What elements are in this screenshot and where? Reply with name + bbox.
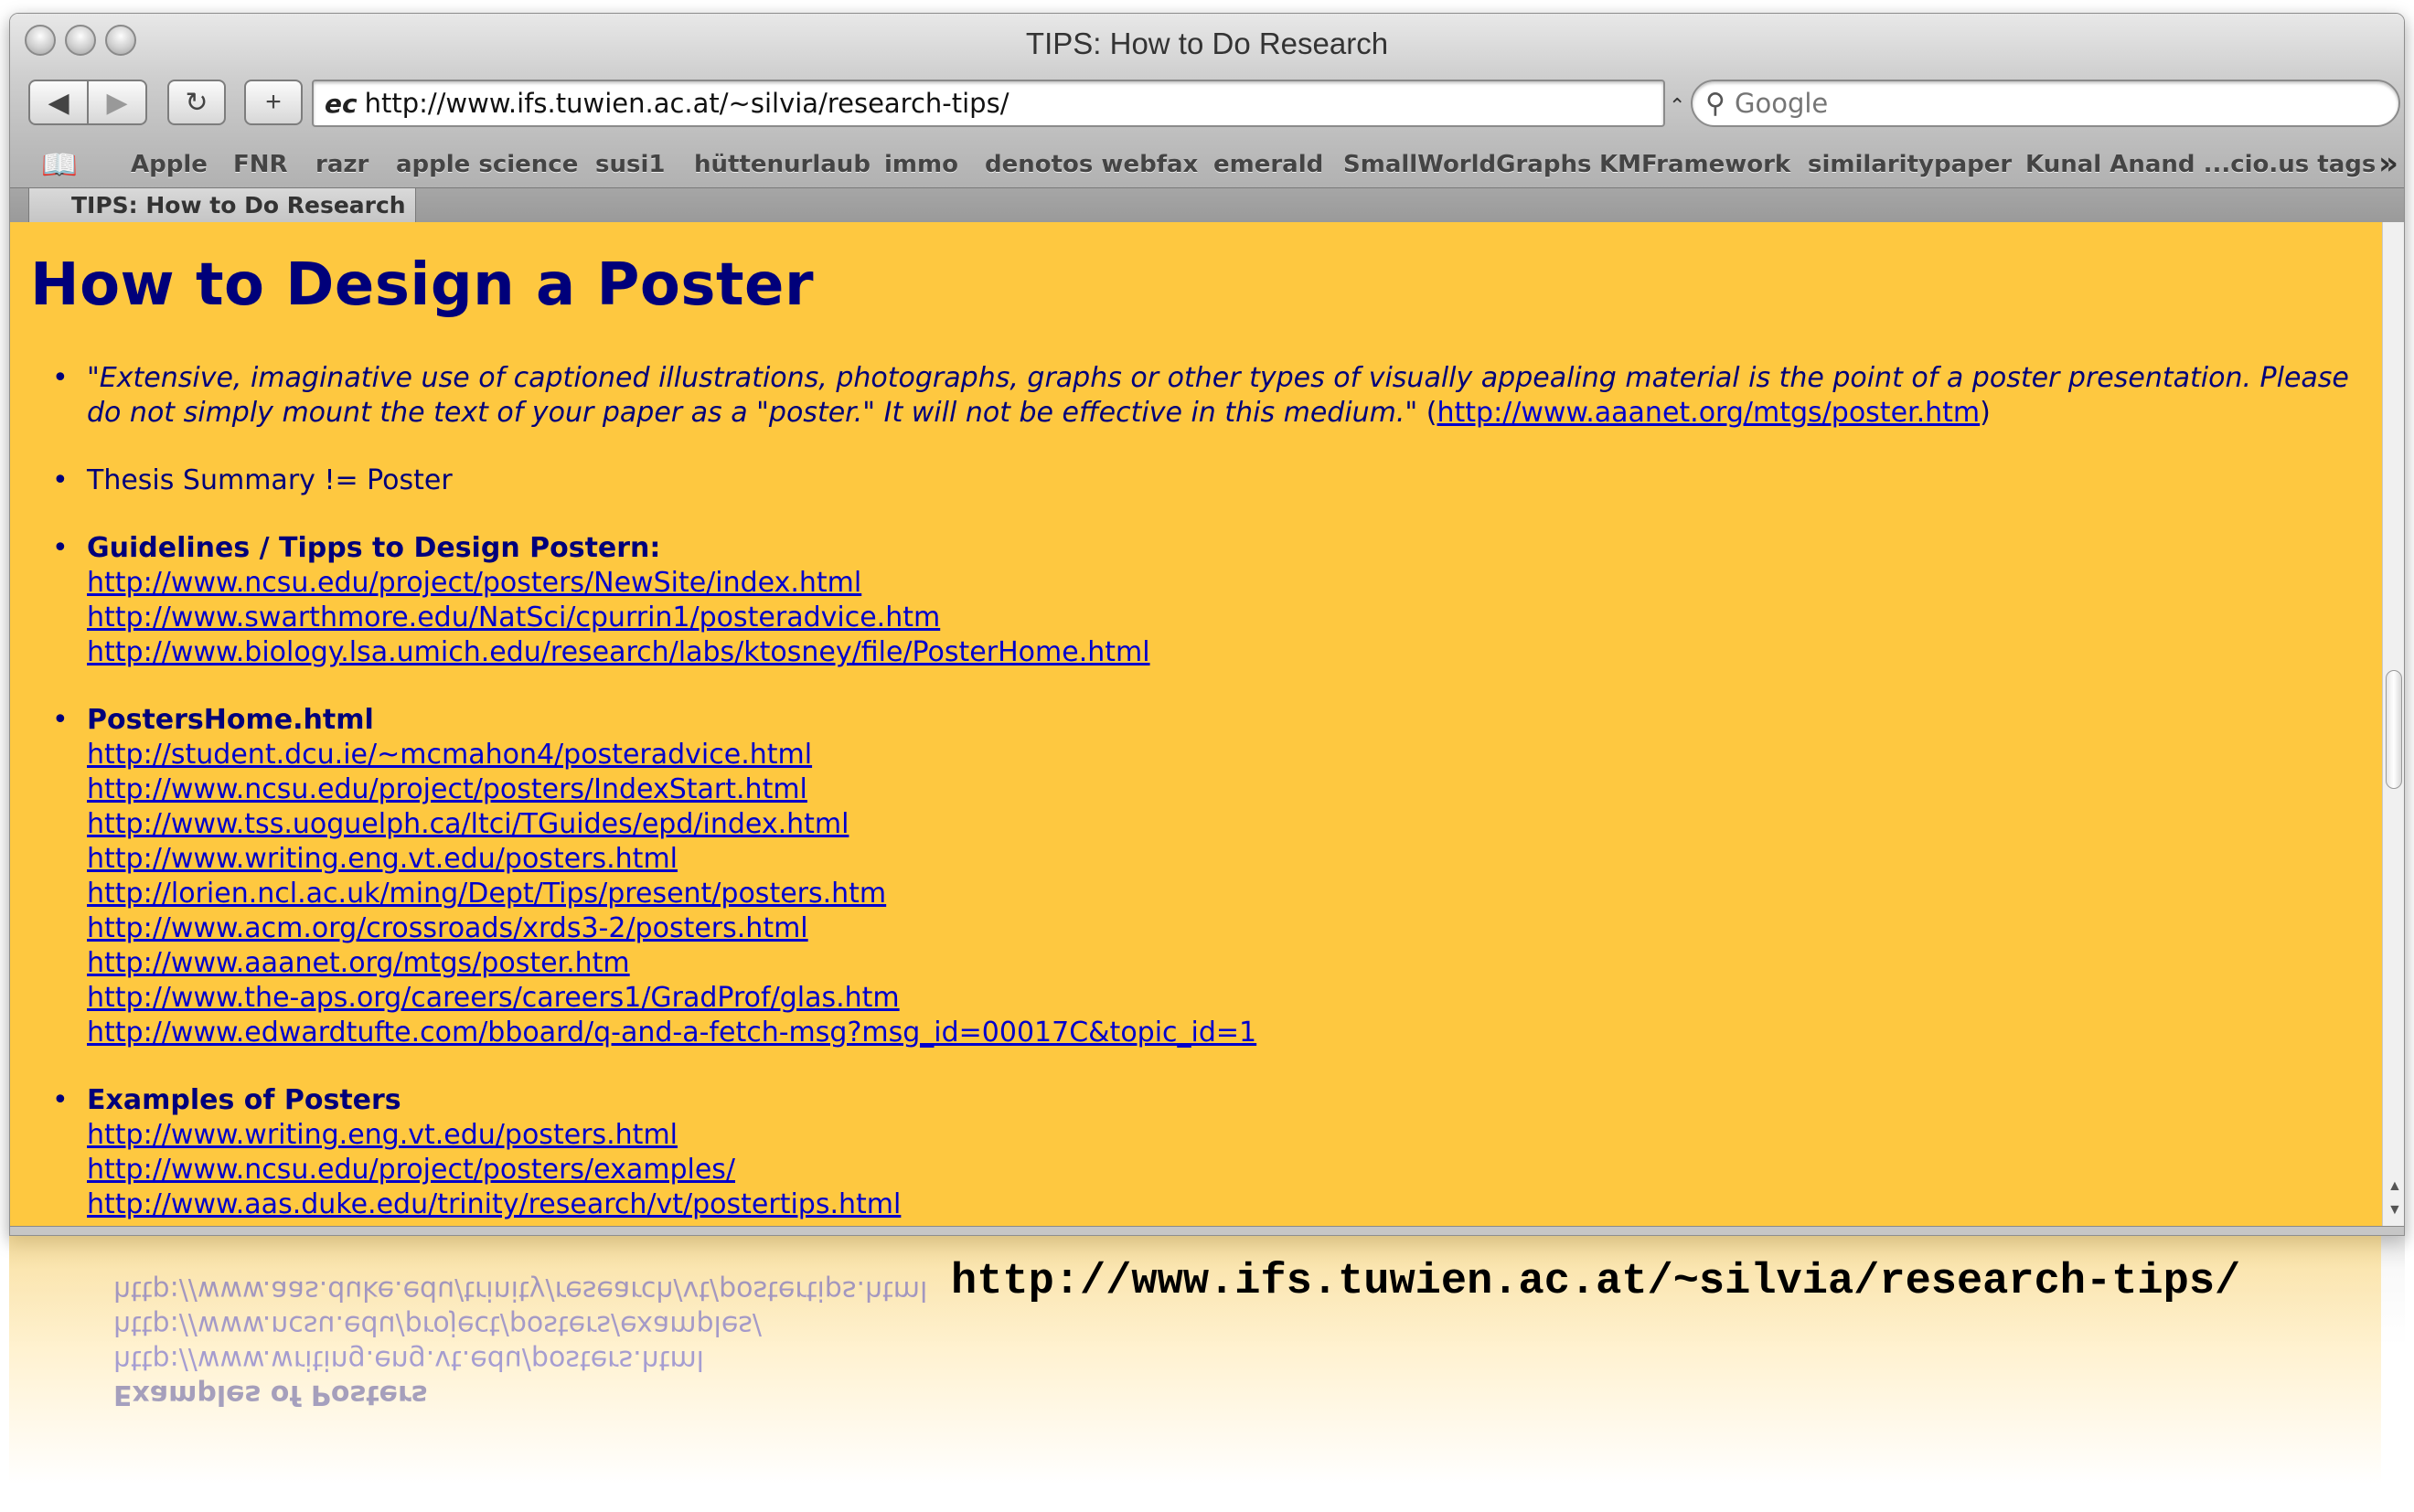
postershome-title: PostersHome.html [87, 704, 374, 736]
list-item-postershome: PostersHome.html http://student.dcu.ie/~… [52, 703, 2373, 1050]
browser-window: TIPS: How to Do Research ◀ ▶ ↻ + ec http… [9, 13, 2405, 1236]
bookmark-item[interactable]: KMFramework [1599, 151, 1790, 178]
page-content: How to Design a Poster "Extensive, imagi… [10, 222, 2382, 1226]
guidelines-title: Guidelines / Tipps to Design Postern: [87, 532, 661, 564]
navigation-toolbar: ◀ ▶ ↻ + ec http://www.ifs.tuwien.ac.at/~… [10, 69, 2404, 138]
bookmark-item[interactable]: hüttenurlaub [694, 151, 871, 178]
guideline-link[interactable]: http://www.ncsu.edu/project/posters/NewS… [87, 566, 2373, 601]
bookmark-item[interactable]: Kunal Anand ...cio.us tags [2025, 151, 2376, 178]
tab-research-tips[interactable]: TIPS: How to Do Research [28, 188, 416, 223]
guideline-link[interactable]: http://www.swarthmore.edu/NatSci/cpurrin… [87, 601, 2373, 635]
postershome-link[interactable]: http://student.dcu.ie/~mcmahon4/posterad… [87, 738, 2373, 772]
address-dropdown-icon[interactable]: ⌃ [1669, 94, 1685, 118]
search-icon[interactable]: ⚲ [1705, 88, 1725, 120]
reflection-examples-title: Examples of Posters [113, 1379, 428, 1411]
reflection-link: http://www.writing.eng.vt.edu/posters.ht… [113, 1344, 704, 1376]
plus-icon: + [265, 87, 282, 117]
address-text[interactable]: http://www.ifs.tuwien.ac.at/~silvia/rese… [365, 88, 1009, 119]
list-item-quote: "Extensive, imaginative use of captioned… [52, 361, 2373, 431]
list-item-thesis: Thesis Summary != Poster [52, 463, 2373, 498]
bookmark-item[interactable]: emerald [1213, 151, 1323, 178]
bookmark-item[interactable]: razr [315, 151, 369, 178]
search-field[interactable]: ⚲ [1691, 80, 2400, 127]
bookmarks-book-icon[interactable]: 📖 [41, 147, 78, 182]
bookmark-item[interactable]: Apple [131, 151, 208, 178]
browser-chrome: TIPS: How to Do Research ◀ ▶ ↻ + ec http… [10, 14, 2404, 223]
address-bar[interactable]: ec http://www.ifs.tuwien.ac.at/~silvia/r… [312, 80, 1665, 127]
bookmark-item[interactable]: denotos webfax [985, 151, 1198, 178]
postershome-link[interactable]: http://www.tss.uoguelph.ca/ltci/TGuides/… [87, 807, 2373, 842]
bookmark-item[interactable]: immo [884, 151, 958, 178]
postershome-link[interactable]: http://www.acm.org/crossroads/xrds3-2/po… [87, 911, 2373, 946]
add-bookmark-button[interactable]: + [244, 80, 303, 125]
list-item-examples: Examples of Posters http://www.writing.e… [52, 1083, 2373, 1222]
reload-icon: ↻ [185, 87, 208, 118]
bookmark-item[interactable]: similaritypaper [1808, 151, 2012, 178]
back-arrow-icon: ◀ [48, 87, 69, 118]
reflection-mirror: Examples of Posters http://www.writing.e… [113, 1272, 927, 1411]
postershome-link[interactable]: http://www.writing.eng.vt.edu/posters.ht… [87, 842, 2373, 877]
postershome-link[interactable]: http://lorien.ncl.ac.uk/ming/Dept/Tips/p… [87, 877, 2373, 911]
quote-source-link[interactable]: http://www.aaanet.org/mtgs/poster.htm [1437, 397, 1980, 429]
reload-button[interactable]: ↻ [167, 80, 226, 125]
search-input[interactable] [1734, 88, 2283, 119]
page-title: How to Design a Poster [30, 251, 814, 319]
back-button[interactable]: ◀ [28, 80, 89, 125]
reflection-link: http://www.aas.duke.edu/trinity/research… [113, 1274, 928, 1306]
examples-title: Examples of Posters [87, 1084, 401, 1116]
postershome-link[interactable]: http://www.ncsu.edu/project/posters/Inde… [87, 772, 2373, 807]
guideline-link[interactable]: http://www.biology.lsa.umich.edu/researc… [87, 635, 2373, 670]
scroll-up-arrow-icon[interactable]: ▲ [2387, 1178, 2402, 1195]
scrollbar-thumb[interactable] [2386, 670, 2402, 789]
tips-list: "Extensive, imaginative use of captioned… [52, 361, 2373, 1226]
title-bar: TIPS: How to Do Research [10, 14, 2404, 69]
bookmark-item[interactable]: apple science [396, 151, 578, 178]
reflection-link: http://www.ncsu.edu/project/posters/exam… [113, 1309, 763, 1341]
example-link[interactable]: http://www.ncsu.edu/project/posters/exam… [87, 1153, 2373, 1187]
bookmark-item[interactable]: susi1 [595, 151, 665, 178]
bookmarks-overflow-icon[interactable]: » [2378, 145, 2398, 182]
vertical-scrollbar[interactable]: ▲ ▼ [2382, 222, 2404, 1226]
window-title: TIPS: How to Do Research [1025, 27, 1389, 60]
quote-text: "Extensive, imaginative use of captioned… [87, 362, 2349, 429]
thesis-text: Thesis Summary != Poster [87, 464, 453, 496]
forward-arrow-icon: ▶ [106, 87, 128, 118]
site-favicon-icon: ec [325, 88, 358, 119]
example-link[interactable]: http://www.aas.duke.edu/trinity/research… [87, 1187, 2373, 1222]
tab-bar: TIPS: How to Do Research [10, 187, 2404, 223]
scroll-down-arrow-icon[interactable]: ▼ [2387, 1202, 2402, 1219]
url-caption: http://www.ifs.tuwien.ac.at/~silvia/rese… [951, 1258, 2241, 1306]
bookmarks-bar: 📖 Apple FNR razr apple science susi1 hüt… [10, 138, 2404, 187]
postershome-link[interactable]: http://www.edwardtufte.com/bboard/q-and-… [87, 1016, 2373, 1050]
postershome-link[interactable]: http://www.the-aps.org/careers/careers1/… [87, 981, 2373, 1016]
list-item-guidelines: Guidelines / Tipps to Design Postern: ht… [52, 531, 2373, 670]
status-bar [10, 1226, 2404, 1235]
bookmark-item[interactable]: FNR [233, 151, 288, 178]
bookmark-item[interactable]: SmallWorldGraphs [1343, 151, 1591, 178]
example-link[interactable]: http://www.writing.eng.vt.edu/posters.ht… [87, 1118, 2373, 1153]
forward-button[interactable]: ▶ [87, 80, 147, 125]
postershome-link[interactable]: http://www.aaanet.org/mtgs/poster.htm [87, 946, 2373, 981]
